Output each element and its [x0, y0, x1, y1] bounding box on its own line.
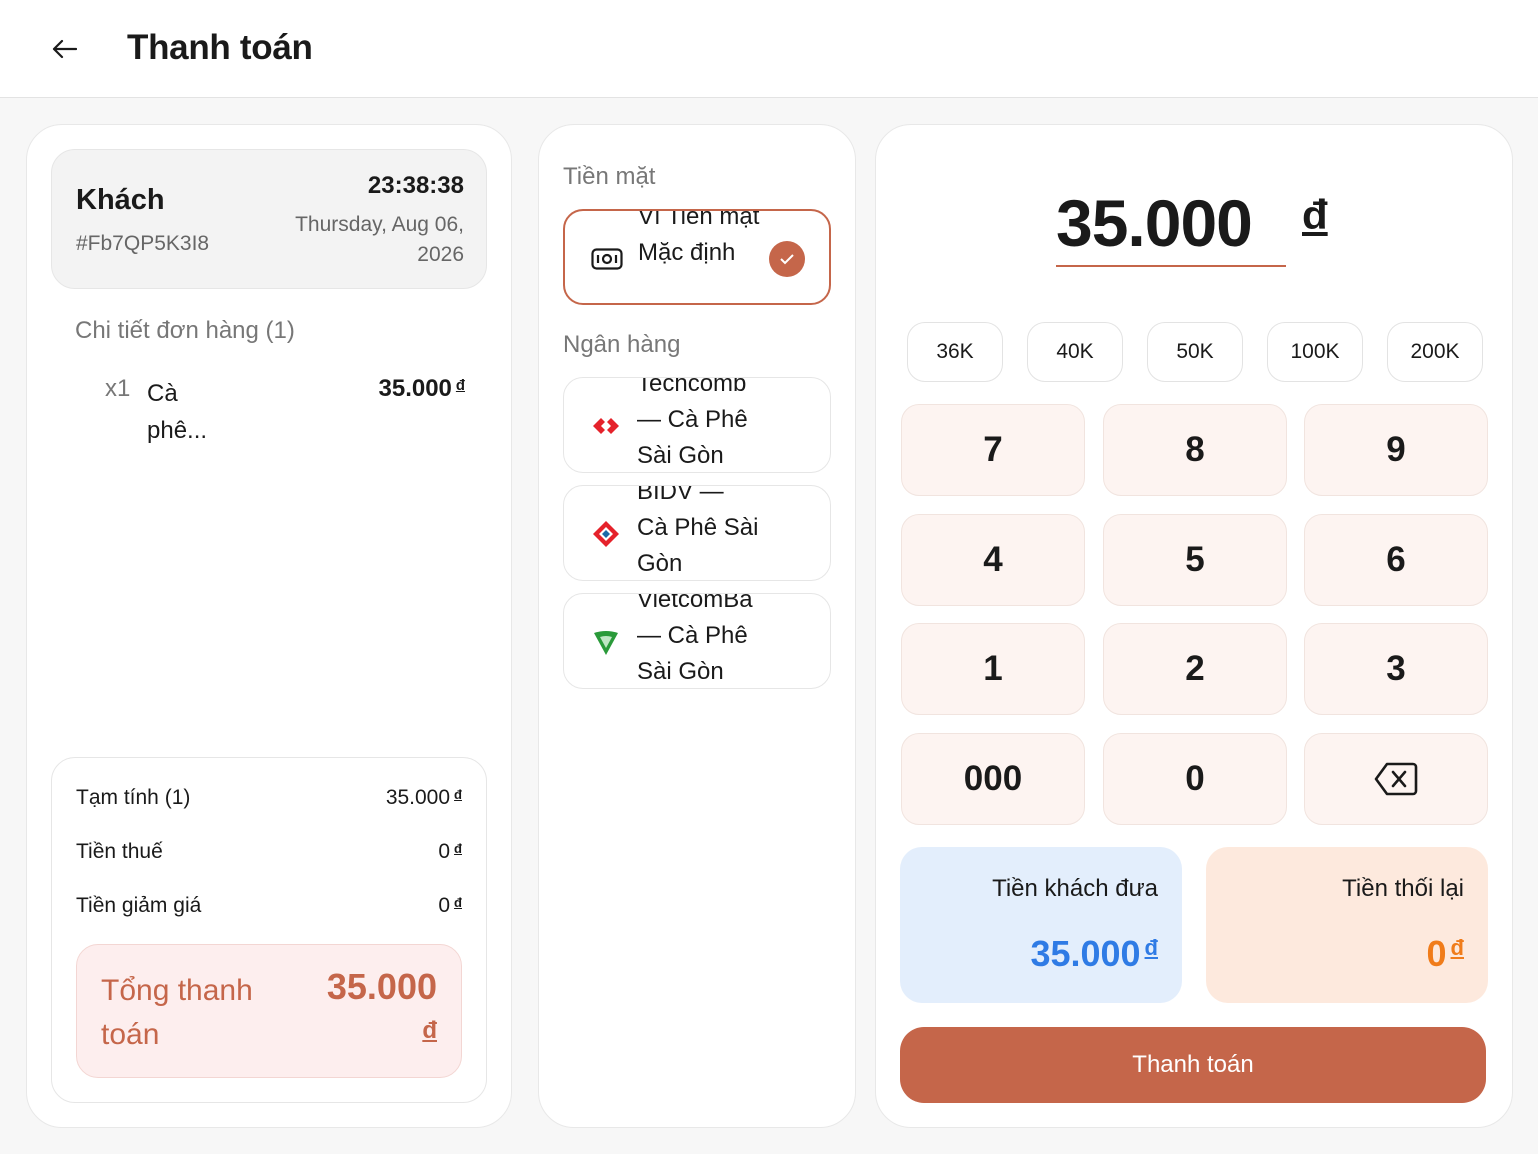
- quick-amount-button[interactable]: 200K: [1387, 322, 1483, 382]
- app-header: Thanh toán: [0, 0, 1538, 98]
- change-label: Tiền thối lại: [1342, 875, 1464, 902]
- key-6[interactable]: 6: [1304, 514, 1488, 606]
- subtotal-label: Tạm tính (1): [76, 786, 191, 809]
- key-8[interactable]: 8: [1103, 404, 1287, 496]
- key-4[interactable]: 4: [901, 514, 1085, 606]
- keypad-panel: 35.000 đ 36K 40K 50K 100K 200K 7 8 9 4 5…: [875, 124, 1513, 1128]
- bank-option-label: VietcomBa — Cà Phê Sài Gòn: [637, 593, 753, 685]
- pay-button[interactable]: Thanh toán: [900, 1027, 1486, 1103]
- quick-amount-button[interactable]: 40K: [1027, 322, 1123, 382]
- order-panel: Khách #Fb7QP5K3I8 23:38:38 Thursday, Aug…: [26, 124, 512, 1128]
- total-value: 35.000 đ: [326, 966, 437, 1044]
- payment-method-panel: Tiền mặt Ví Tiền mặt Mặc định Ngân hàng …: [538, 124, 856, 1128]
- quick-amount-button[interactable]: 100K: [1267, 322, 1363, 382]
- customer-box: Khách #Fb7QP5K3I8 23:38:38 Thursday, Aug…: [51, 149, 487, 289]
- page-title: Thanh toán: [127, 28, 313, 67]
- order-time: 23:38:38: [367, 172, 464, 199]
- amount-display[interactable]: 35.000: [1056, 185, 1253, 261]
- backspace-button[interactable]: [1304, 733, 1488, 825]
- discount-value: 0đ: [438, 894, 462, 917]
- amount-underline: [1056, 265, 1286, 267]
- arrow-left-icon: [52, 39, 77, 59]
- check-icon: [769, 241, 805, 277]
- cash-option[interactable]: Ví Tiền mặt Mặc định: [563, 209, 831, 305]
- techcombank-icon: [590, 410, 622, 442]
- key-1[interactable]: 1: [901, 623, 1085, 715]
- bank-option-techcombank[interactable]: Techcomb — Cà Phê Sài Gòn: [563, 377, 831, 473]
- subtotal-value: 35.000 đ: [385, 786, 462, 809]
- back-button[interactable]: [44, 30, 84, 68]
- cash-given-label: Tiền khách đưa: [992, 875, 1158, 902]
- subtotal-row: Tạm tính (1) 35.000 đ: [76, 786, 462, 810]
- bank-section-label: Ngân hàng: [563, 331, 681, 358]
- tax-row: Tiền thuế 0đ: [76, 840, 462, 864]
- vietcombank-icon: [590, 626, 622, 658]
- key-5[interactable]: 5: [1103, 514, 1287, 606]
- item-name: Cà phê...: [147, 380, 208, 444]
- item-qty: x1: [105, 375, 131, 402]
- total-box: Tổng thanh toán 35.000 đ: [76, 944, 462, 1078]
- discount-row: Tiền giảm giá 0đ: [76, 894, 462, 918]
- backspace-icon: [1374, 762, 1418, 796]
- quick-amount-button[interactable]: 36K: [907, 322, 1003, 382]
- tax-label: Tiền thuế: [76, 840, 163, 863]
- cash-given-value: 35.000 đ: [1030, 933, 1158, 974]
- key-9[interactable]: 9: [1304, 404, 1488, 496]
- bidv-icon: [590, 518, 622, 550]
- order-details-label: Chi tiết đơn hàng (1): [75, 317, 295, 344]
- change-value: 0đ: [1426, 933, 1464, 974]
- change-box: Tiền thối lại 0đ: [1206, 847, 1488, 1003]
- order-date: Thursday, Aug 06, 2026: [295, 213, 464, 266]
- bank-option-label: Techcomb — Cà Phê Sài Gòn: [637, 377, 748, 469]
- summary-box: Tạm tính (1) 35.000 đ Tiền thuế 0đ Tiền g…: [51, 757, 487, 1103]
- quick-amount-button[interactable]: 50K: [1147, 322, 1243, 382]
- cash-section-label: Tiền mặt: [563, 163, 656, 190]
- key-0[interactable]: 0: [1103, 733, 1287, 825]
- tax-value: 0đ: [438, 840, 462, 863]
- key-2[interactable]: 2: [1103, 623, 1287, 715]
- key-7[interactable]: 7: [901, 404, 1085, 496]
- cash-given-box: Tiền khách đưa 35.000 đ: [900, 847, 1182, 1003]
- key-3[interactable]: 3: [1304, 623, 1488, 715]
- customer-name: Khách: [76, 184, 165, 216]
- bank-option-bidv[interactable]: BIDV — Cà Phê Sài Gòn: [563, 485, 831, 581]
- key-000[interactable]: 000: [901, 733, 1085, 825]
- cash-icon: [591, 243, 623, 275]
- discount-label: Tiền giảm giá: [76, 894, 202, 917]
- item-price: 35.000 đ: [378, 375, 466, 402]
- amount-currency: đ: [1302, 191, 1328, 238]
- bank-option-label: BIDV — Cà Phê Sài Gòn: [637, 485, 759, 577]
- cash-option-label: Ví Tiền mặt Mặc định: [638, 209, 760, 266]
- bank-option-vietcombank[interactable]: VietcomBa — Cà Phê Sài Gòn: [563, 593, 831, 689]
- order-code: #Fb7QP5K3I8: [76, 232, 210, 255]
- total-label: Tổng thanh toán: [101, 974, 253, 1051]
